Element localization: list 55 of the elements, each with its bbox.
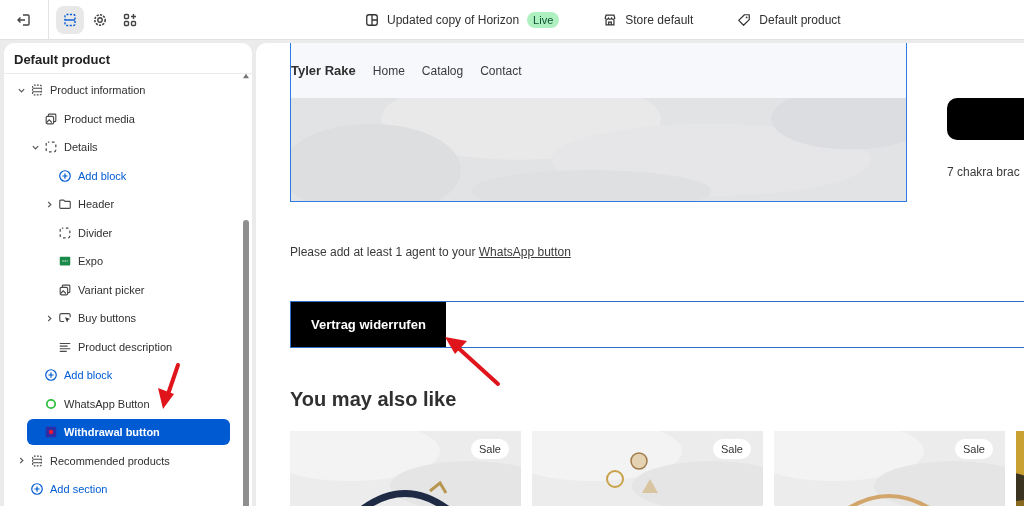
tree-item[interactable]: Product information — [13, 76, 230, 105]
product-title: 7 chakra brac — [947, 165, 1021, 179]
tree-item[interactable]: Product description — [41, 332, 230, 361]
whatsapp-link[interactable]: WhatsApp button — [478, 245, 571, 259]
tree-item[interactable]: WhatsApp Button — [27, 389, 230, 418]
tree-item[interactable]: Add section — [13, 475, 230, 504]
theme-name[interactable]: Updated copy of Horizon — [387, 12, 520, 27]
section-heading: You may also like — [290, 388, 458, 411]
exit-icon[interactable] — [16, 11, 32, 28]
tree-item[interactable]: Details — [27, 133, 230, 162]
template-selector[interactable]: Default product — [759, 12, 841, 27]
tree-item[interactable]: Product media — [27, 104, 230, 133]
app-icon — [44, 425, 58, 439]
nav-link[interactable]: Contact — [480, 63, 522, 78]
tree-item[interactable]: Add block — [27, 361, 230, 390]
arrow-annotation — [445, 337, 500, 386]
notice-text: Please add at least 1 agent to your WhatsApp button — [290, 245, 572, 259]
store-icon — [603, 12, 618, 27]
store-selector[interactable]: Store default — [625, 12, 694, 27]
layout-icon — [365, 12, 379, 27]
tree-item[interactable]: Buy buttons — [41, 304, 230, 333]
plus-circle-icon — [58, 168, 72, 183]
tree-item[interactable]: Divider — [41, 218, 230, 247]
nav-link[interactable]: Home — [372, 63, 405, 78]
image-icon — [44, 111, 58, 126]
live-badge: Live — [527, 11, 560, 28]
withdrawal-block[interactable]: Vertrag widerrufen — [290, 301, 1024, 348]
apps-icon[interactable] — [122, 11, 138, 28]
scrollbar[interactable] — [242, 73, 250, 506]
tree-item[interactable]: Add block — [41, 161, 230, 190]
withdrawal-button[interactable]: Vertrag widerrufen — [291, 302, 446, 347]
tree-item[interactable]: Recommended products — [13, 446, 230, 475]
sections-button[interactable] — [56, 5, 84, 34]
folder-icon — [58, 197, 72, 212]
tree-item[interactable]: Expo — [41, 247, 230, 276]
store-brand[interactable]: Tyler Rake — [291, 63, 356, 78]
tree-item[interactable]: Withdrawal button — [27, 419, 230, 445]
plus-circle-icon — [44, 368, 58, 383]
ring-icon — [44, 396, 58, 411]
dashed-square-icon — [44, 140, 58, 155]
image-icon — [58, 282, 72, 297]
plus-circle-icon — [30, 482, 44, 497]
arrow-annotation — [158, 363, 180, 409]
section-icon — [30, 83, 44, 98]
panel-title: Default product — [4, 43, 252, 74]
tag-icon — [737, 12, 752, 27]
section-icon — [30, 453, 44, 468]
tree-item[interactable]: Header — [41, 190, 230, 219]
tree-item[interactable]: Variant picker — [41, 275, 230, 304]
scroll-up-icon[interactable] — [242, 73, 250, 79]
nav-link[interactable]: Catalog — [421, 63, 464, 78]
dashed-square-icon — [58, 225, 72, 240]
settings-icon[interactable] — [92, 11, 108, 28]
sections-icon[interactable] — [62, 11, 78, 28]
header-preview[interactable]: Tyler Rake Home Catalog Contact — [290, 43, 907, 202]
